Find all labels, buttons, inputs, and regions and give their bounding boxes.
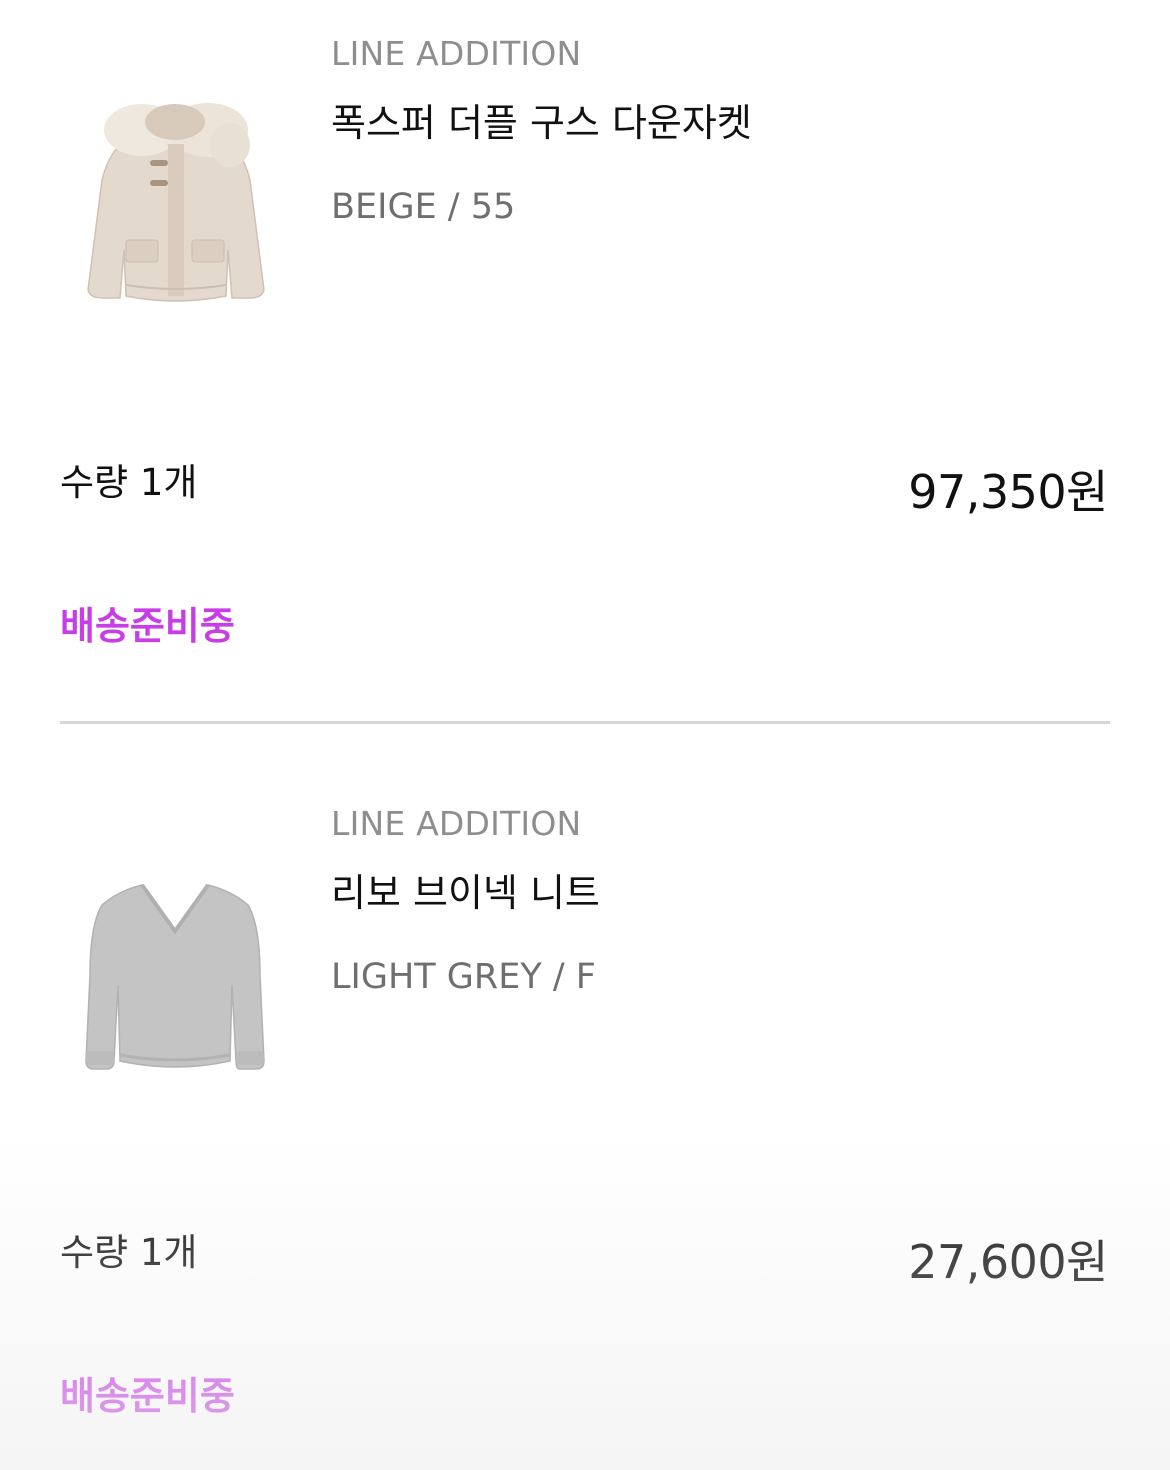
quantity-label: 수량 1개	[60, 461, 198, 504]
product-thumbnail[interactable]	[60, 830, 290, 1120]
product-option: BEIGE / 55	[331, 187, 516, 227]
order-list: LINE ADDITION 폭스퍼 더플 구스 다운자켓 BEIGE / 55 …	[0, 0, 1170, 1470]
product-name[interactable]: 리보 브이넥 니트	[331, 862, 600, 917]
price-label: 97,350원	[908, 465, 1108, 519]
order-item: LINE ADDITION 리보 브이넥 니트 LIGHT GREY / F 수…	[0, 770, 1170, 1470]
divider	[60, 721, 1110, 724]
brand-name: LINE ADDITION	[331, 804, 582, 843]
product-thumbnail[interactable]	[60, 60, 290, 350]
brand-name: LINE ADDITION	[331, 34, 582, 73]
order-status: 배송준비중	[60, 1374, 235, 1418]
product-name[interactable]: 폭스퍼 더플 구스 다운자켓	[331, 92, 752, 147]
knit-sweater-image	[85, 883, 265, 1070]
quantity-label: 수량 1개	[60, 1231, 198, 1274]
product-option: LIGHT GREY / F	[331, 957, 596, 997]
order-item: LINE ADDITION 폭스퍼 더플 구스 다운자켓 BEIGE / 55 …	[0, 0, 1170, 724]
down-jacket-image	[87, 103, 265, 302]
order-status: 배송준비중	[60, 604, 235, 648]
price-label: 27,600원	[908, 1235, 1108, 1289]
